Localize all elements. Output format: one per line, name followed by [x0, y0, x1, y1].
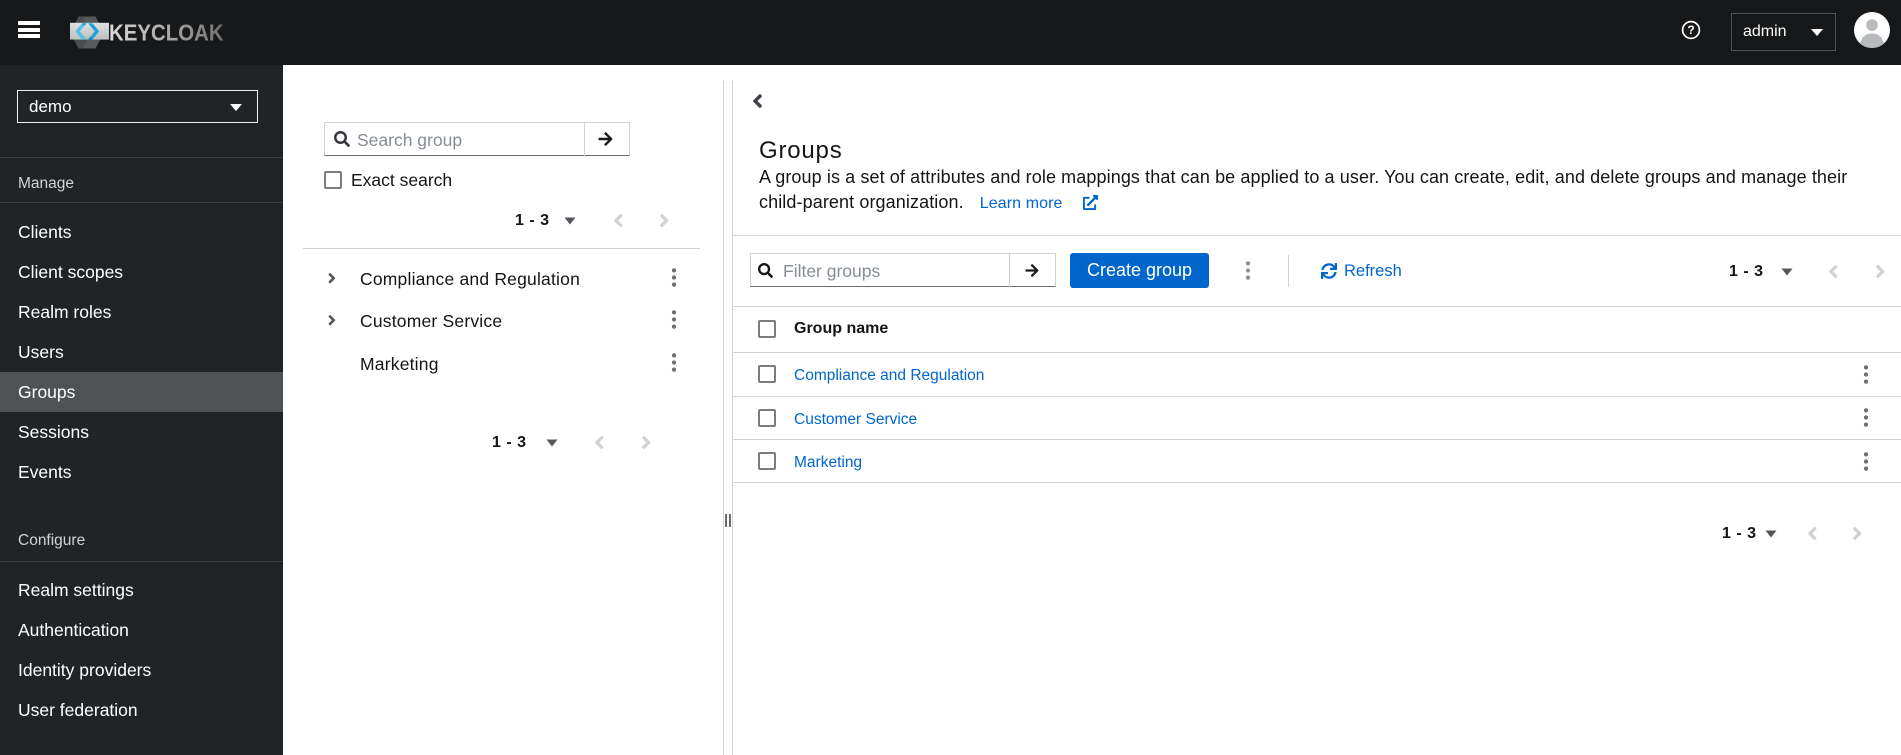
svg-text:KEYCLOAK: KEYCLOAK: [109, 19, 224, 46]
svg-text:?: ?: [1687, 23, 1694, 37]
